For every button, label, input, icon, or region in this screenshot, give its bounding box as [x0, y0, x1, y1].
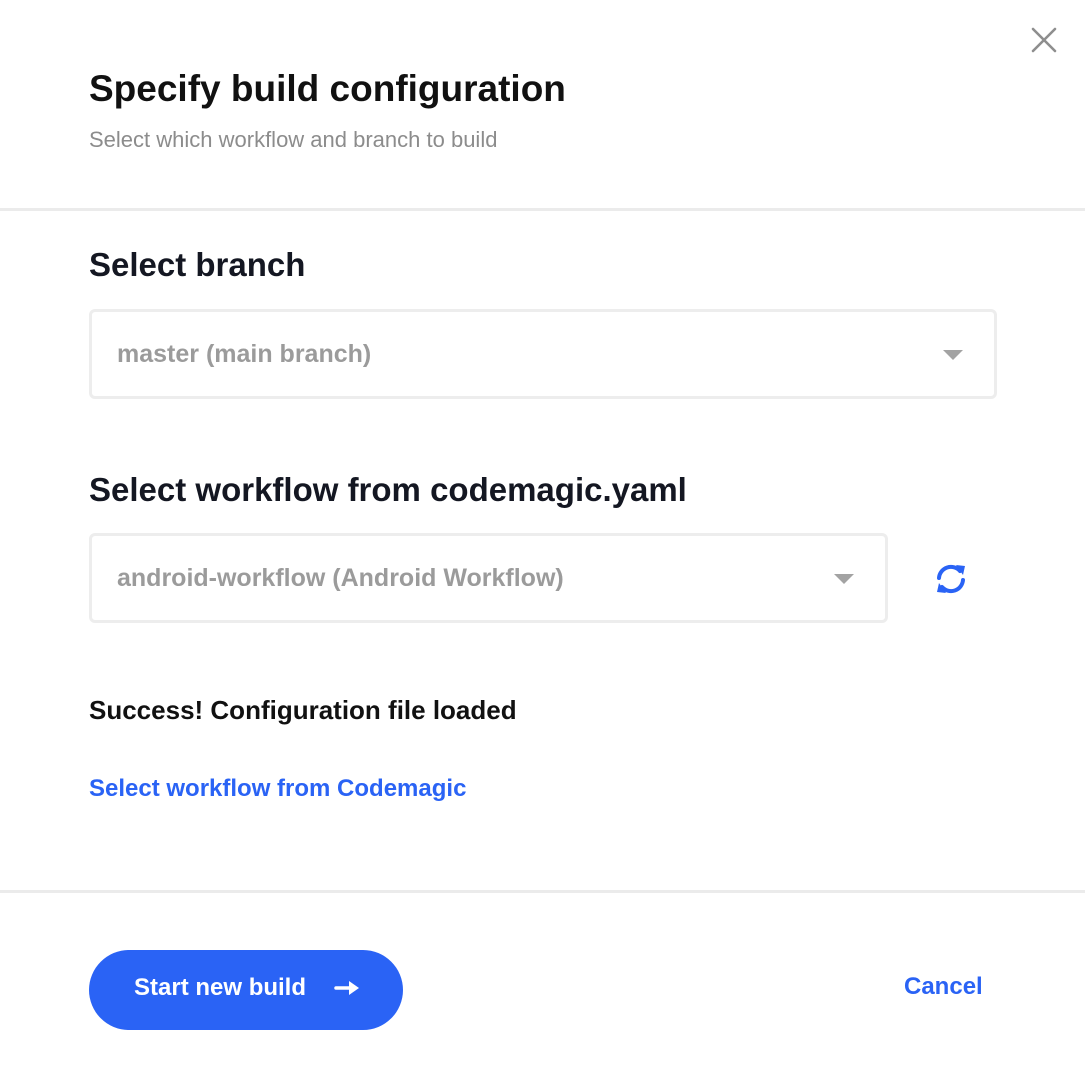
workflow-section-label: Select workflow from codemagic.yaml: [89, 471, 687, 508]
config-status-message: Success! Configuration file loaded: [89, 695, 517, 725]
workflow-select-value: android-workflow (Android Workflow): [117, 564, 564, 592]
arrow-right-icon: [334, 981, 359, 995]
branch-select-value: master (main branch): [117, 340, 372, 368]
footer-divider: [0, 890, 1085, 893]
chevron-down-icon: [943, 350, 963, 360]
branch-select[interactable]: master (main branch): [89, 309, 997, 399]
chevron-down-icon: [834, 574, 854, 584]
start-new-build-label: Start new build: [134, 974, 307, 1001]
dialog-title: Specify build configuration: [89, 68, 566, 109]
refresh-icon: [937, 564, 965, 594]
dialog-header: Specify build configuration Select which…: [0, 0, 1085, 211]
branch-section-label: Select branch: [89, 246, 306, 283]
dialog-subtitle: Select which workflow and branch to buil…: [89, 127, 498, 152]
refresh-workflows-button[interactable]: [934, 563, 968, 595]
build-config-dialog: Specify build configuration Select which…: [0, 0, 1085, 1080]
workflow-select[interactable]: android-workflow (Android Workflow): [89, 533, 888, 623]
start-new-build-button[interactable]: Start new build: [89, 950, 403, 1030]
select-workflow-from-codemagic-link[interactable]: Select workflow from Codemagic: [89, 775, 466, 803]
cancel-button[interactable]: Cancel: [904, 973, 983, 1001]
